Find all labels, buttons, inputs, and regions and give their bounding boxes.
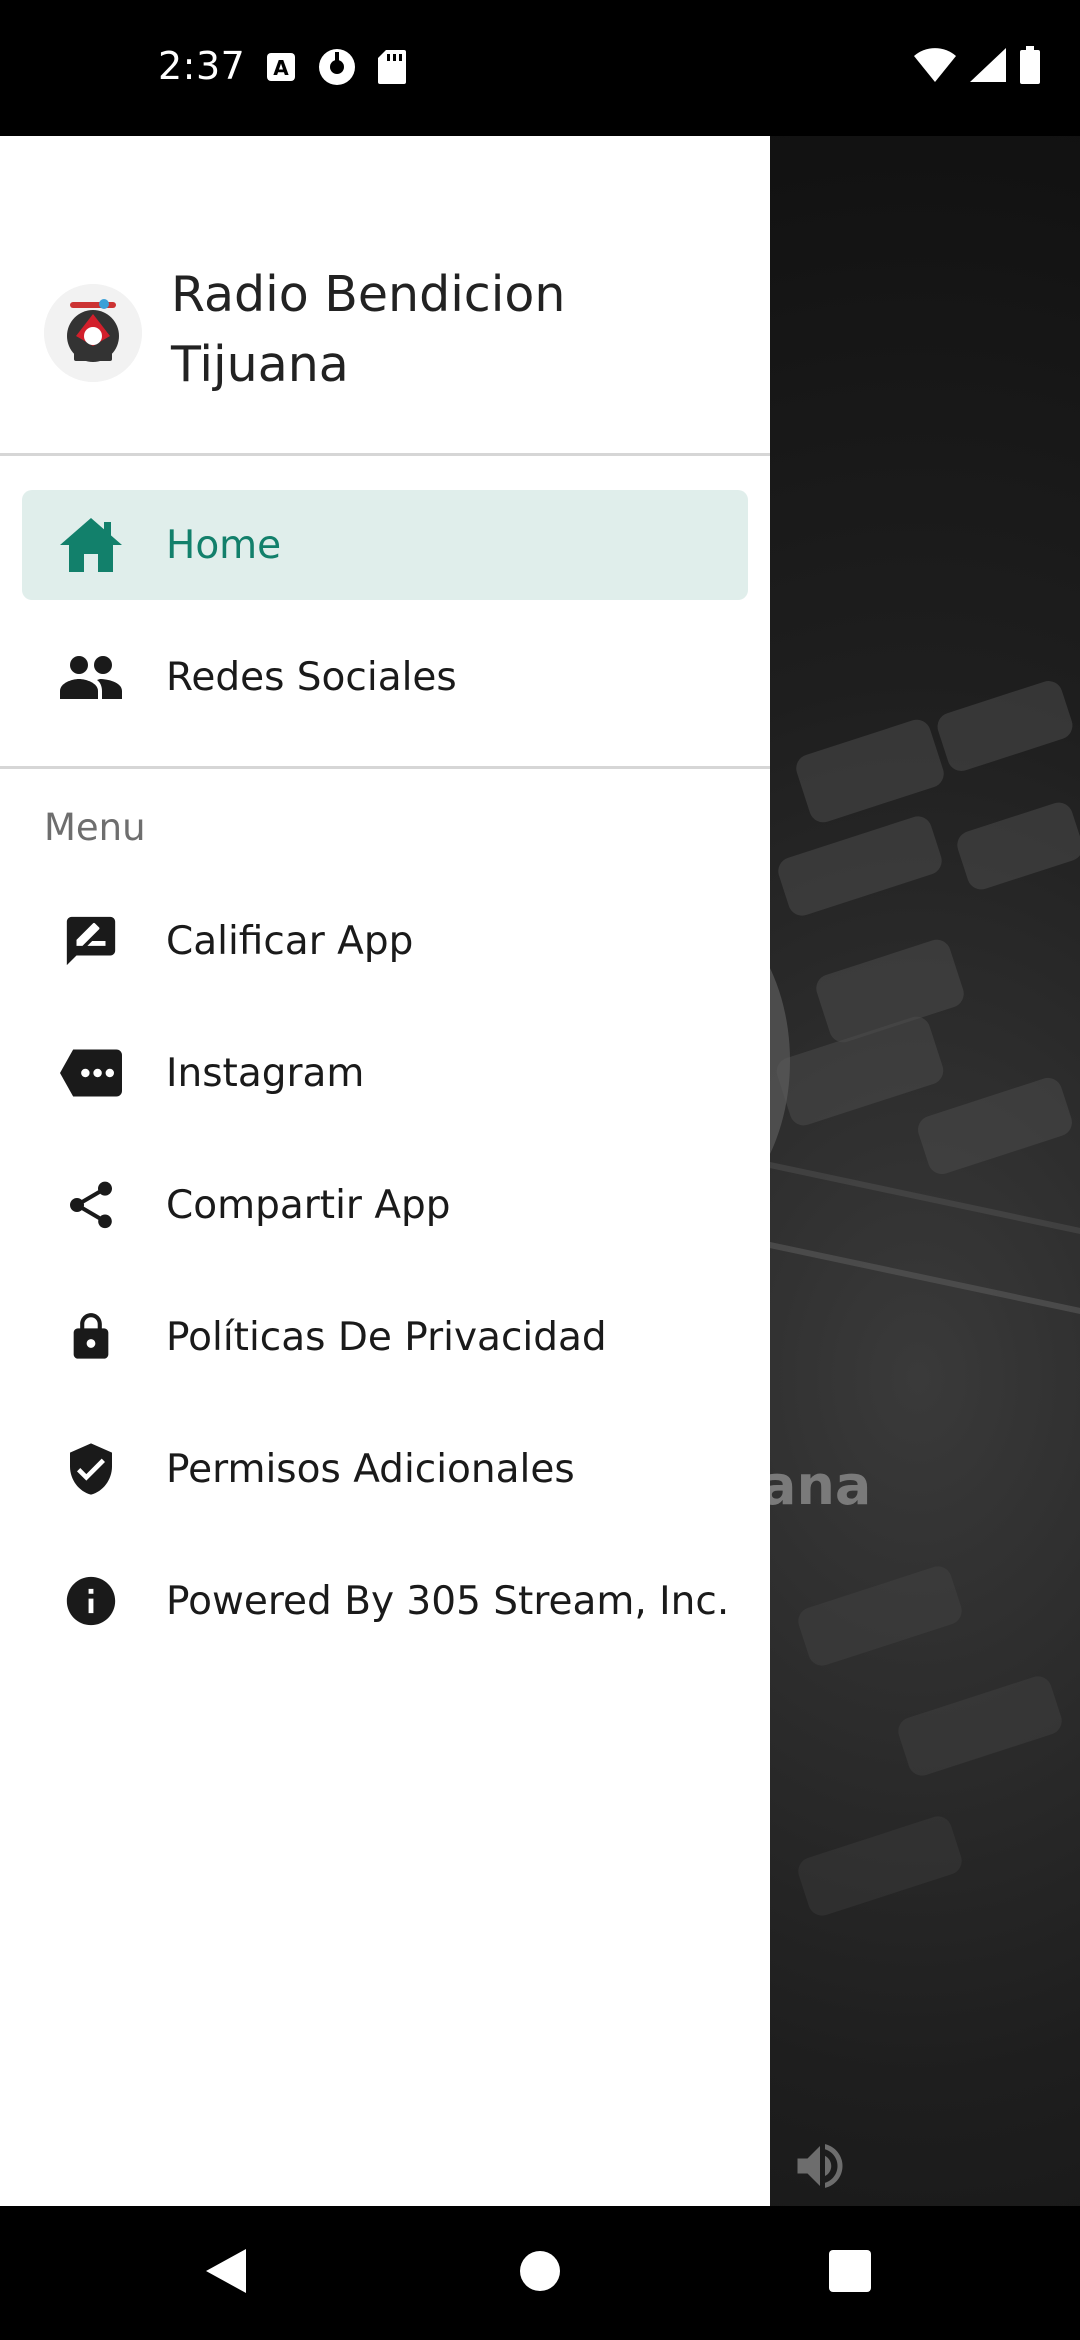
screen: 2:37 A ana Radio Bendicion Tijuana Home … (0, 0, 1080, 2340)
menu-item-compartir-app[interactable]: Compartir App (22, 1150, 748, 1260)
menu-item-label: Permisos Adicionales (166, 1446, 575, 1492)
navigation-drawer: Radio Bendicion Tijuana Home Redes Socia… (0, 136, 770, 2206)
menu-item-label: Compartir App (166, 1182, 451, 1228)
system-nav-bar (0, 2206, 1080, 2340)
drawer-title: Radio Bendicion Tijuana (171, 266, 566, 393)
status-time: 2:37 (158, 44, 246, 88)
menu-item-calificar-app[interactable]: Calificar App (22, 886, 748, 996)
back-button[interactable] (166, 2206, 286, 2340)
background-station-title: ana (760, 1454, 872, 1517)
status-icons-left: A (266, 48, 406, 90)
menu-item-powered-by[interactable]: Powered By 305 Stream, Inc. (22, 1546, 748, 1656)
recents-button[interactable] (790, 2206, 910, 2340)
share-icon (60, 1174, 122, 1236)
recents-icon (829, 2250, 871, 2296)
drawer-header: Radio Bendicion Tijuana (0, 136, 770, 454)
battery-icon (1020, 46, 1040, 88)
home-button[interactable] (480, 2206, 600, 2340)
timer-icon (318, 48, 356, 90)
section-label-menu: Menu (44, 806, 146, 849)
status-bar: 2:37 A (0, 0, 1080, 136)
message-icon (60, 1042, 122, 1104)
menu-item-instagram[interactable]: Instagram (22, 1018, 748, 1128)
station-logo (44, 284, 142, 382)
info-icon (60, 1570, 122, 1632)
menu-item-label: Políticas De Privacidad (166, 1314, 607, 1360)
menu-item-politicas-de-privacidad[interactable]: Políticas De Privacidad (22, 1282, 748, 1392)
wifi-icon (914, 48, 956, 86)
nav-item-label: Home (166, 522, 282, 568)
back-icon (206, 2249, 246, 2297)
svg-text:A: A (273, 56, 289, 80)
header-divider (0, 453, 770, 456)
sd-card-icon (378, 50, 406, 88)
nav-item-home[interactable]: Home (22, 490, 748, 600)
status-icons-right (914, 46, 1040, 88)
autofill-icon: A (266, 52, 296, 86)
signal-icon (970, 48, 1006, 86)
nav-item-redes-sociales[interactable]: Redes Sociales (22, 622, 748, 732)
home-circle-icon (519, 2250, 561, 2296)
home-icon (60, 514, 122, 576)
menu-item-label: Calificar App (166, 918, 414, 964)
volume-icon (790, 2136, 850, 2196)
menu-item-permisos-adicionales[interactable]: Permisos Adicionales (22, 1414, 748, 1524)
lock-icon (60, 1306, 122, 1368)
nav-item-label: Redes Sociales (166, 654, 457, 700)
shield-check-icon (60, 1438, 122, 1500)
menu-item-label: Powered By 305 Stream, Inc. (166, 1578, 730, 1624)
people-icon (60, 646, 122, 708)
rate-review-icon (60, 910, 122, 972)
menu-item-label: Instagram (166, 1050, 365, 1096)
section-divider (0, 766, 770, 769)
